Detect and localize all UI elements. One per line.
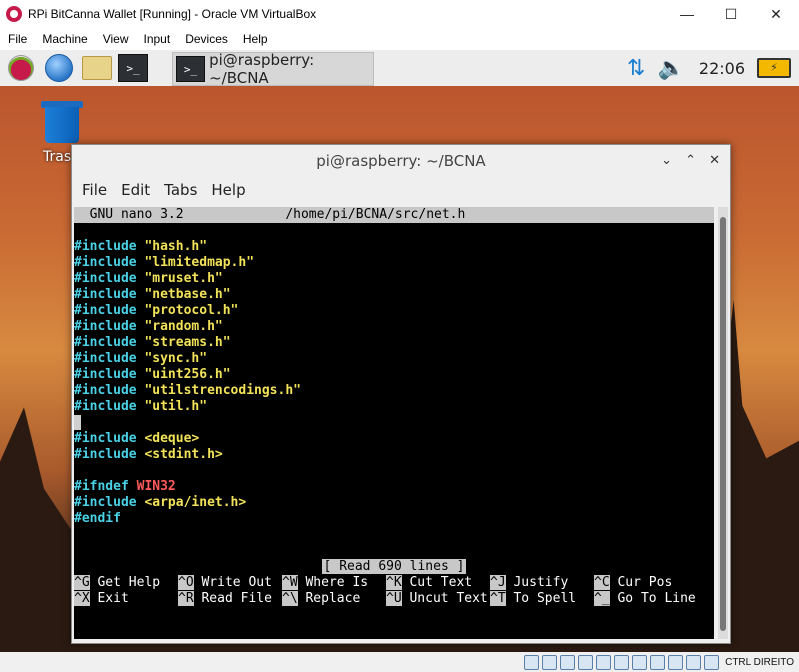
trash-label: Tras <box>43 149 72 165</box>
shortcut-to-spell: ^T To Spell <box>490 591 577 606</box>
raspberry-icon <box>8 55 34 81</box>
terminal-menu-file[interactable]: File <box>82 181 107 199</box>
nano-header: GNU nano 3.2 /home/pi/BCNA/src/net.h <box>74 207 714 223</box>
code-line: #include "util.h" <box>74 399 208 414</box>
menu-help[interactable]: Help <box>243 32 268 46</box>
battery-icon[interactable]: ⚡ <box>757 58 791 78</box>
taskbar: >_ >_ pi@raspberry: ~/BCNA ⇅ 🔈 22:06 ⚡ <box>0 50 799 87</box>
shortcut-where-is: ^W Where Is <box>282 575 369 590</box>
menu-devices[interactable]: Devices <box>185 32 228 46</box>
hdd-status-icon[interactable] <box>524 654 540 670</box>
clock[interactable]: 22:06 <box>699 59 745 78</box>
network-status-icon[interactable] <box>578 654 594 670</box>
code-line: #include "protocol.h" <box>74 303 239 318</box>
vbox-title-bar: RPi BitCanna Wallet [Running] - Oracle V… <box>0 0 799 28</box>
menu-launcher[interactable] <box>6 53 36 83</box>
trash-bin <box>45 107 79 143</box>
shortcut-uncut-text: ^U Uncut Text <box>386 591 488 606</box>
code-line: #include "limitedmap.h" <box>74 255 255 270</box>
shared-folder-status-icon[interactable] <box>614 654 630 670</box>
usb-status-icon[interactable] <box>596 654 612 670</box>
terminal-menu-tabs[interactable]: Tabs <box>164 181 197 199</box>
nano-status-line: [ Read 690 lines ] <box>74 559 714 575</box>
code-line: #endif <box>74 511 121 526</box>
vbox-window-title: RPi BitCanna Wallet [Running] - Oracle V… <box>28 7 317 21</box>
code-line: #include <arpa/inet.h> <box>74 495 247 510</box>
shortcut-replace: ^\ Replace <box>282 591 361 606</box>
host-key-label: CTRL DIREITO <box>725 656 794 668</box>
nano-help-row: ^X Exit ^R Read File ^\ Replace ^U Uncut… <box>74 591 714 607</box>
maximize-button[interactable]: ☐ <box>708 0 754 28</box>
menu-machine[interactable]: Machine <box>42 32 87 46</box>
browser-launcher[interactable] <box>44 53 74 83</box>
display-status-icon[interactable] <box>632 654 648 670</box>
code-line: #include <deque> <box>74 431 200 446</box>
code-line: #include <stdint.h> <box>74 447 223 462</box>
vbox-menu-bar: File Machine View Input Devices Help <box>0 28 799 50</box>
terminal-menu-help[interactable]: Help <box>211 181 245 199</box>
terminal-window: pi@raspberry: ~/BCNA ⌄ ⌃ ✕ File Edit Tab… <box>71 144 731 644</box>
recording-status-icon[interactable] <box>650 654 666 670</box>
minimize-button[interactable]: — <box>664 0 710 28</box>
code-line: #include "mruset.h" <box>74 271 223 286</box>
terminal-maximize-icon[interactable]: ⌃ <box>685 153 696 168</box>
folder-icon <box>82 56 112 80</box>
network-icon[interactable]: ⇅ <box>627 56 645 81</box>
shortcut-exit: ^X Exit <box>74 591 129 606</box>
terminal-close-icon[interactable]: ✕ <box>709 153 720 168</box>
guest-desktop: >_ >_ pi@raspberry: ~/BCNA ⇅ 🔈 22:06 ⚡ T… <box>0 50 799 652</box>
code-line: #include "hash.h" <box>74 239 208 254</box>
task-button-terminal[interactable]: >_ pi@raspberry: ~/BCNA <box>172 51 374 87</box>
task-button-label: pi@raspberry: ~/BCNA <box>209 51 315 87</box>
trash-icon[interactable] <box>41 101 83 143</box>
shortcut-get-help: ^G Get Help <box>74 575 161 590</box>
code-line: #include "sync.h" <box>74 351 208 366</box>
terminal-screen[interactable]: GNU nano 3.2 /home/pi/BCNA/src/net.h #in… <box>74 207 714 639</box>
optical-status-icon[interactable] <box>542 654 558 670</box>
terminal-title: pi@raspberry: ~/BCNA <box>316 152 486 170</box>
volume-icon[interactable]: 🔈 <box>657 56 684 81</box>
menu-file[interactable]: File <box>8 32 27 46</box>
code-line: #include "utilstrencodings.h" <box>74 383 301 398</box>
system-tray: ⇅ 🔈 22:06 ⚡ <box>621 50 799 86</box>
terminal-title-bar: pi@raspberry: ~/BCNA ⌄ ⌃ ✕ <box>72 145 730 177</box>
nano-status-message: [ Read 690 lines ] <box>321 559 467 574</box>
vbox-status-bar: CTRL DIREITO <box>0 652 799 672</box>
cursor-line <box>74 415 714 431</box>
globe-icon <box>45 54 73 82</box>
terminal-minimize-icon[interactable]: ⌄ <box>661 153 672 168</box>
terminal-launcher[interactable]: >_ <box>118 53 148 83</box>
shortcut-cur-pos: ^C Cur Pos <box>594 575 673 590</box>
menu-input[interactable]: Input <box>144 32 171 46</box>
terminal-menu-bar: File Edit Tabs Help <box>72 177 730 203</box>
mouse-integration-icon[interactable] <box>686 654 702 670</box>
shortcut-go-to-line: ^_ Go To Line <box>594 591 696 606</box>
nano-help-row: ^G Get Help ^O Write Out ^W Where Is ^K … <box>74 575 714 591</box>
code-line: #ifndef WIN32 <box>74 479 176 494</box>
code-line: #include "uint256.h" <box>74 367 231 382</box>
shortcut-write-out: ^O Write Out <box>178 575 272 590</box>
shortcut-read-file: ^R Read File <box>178 591 272 606</box>
shortcut-justify: ^J Justify <box>490 575 569 590</box>
virtualbox-icon <box>6 6 22 22</box>
terminal-icon: >_ <box>176 56 206 82</box>
scrollbar-thumb[interactable] <box>720 217 726 631</box>
terminal-scrollbar[interactable] <box>718 207 728 639</box>
menu-view[interactable]: View <box>103 32 129 46</box>
code-line: #include "random.h" <box>74 319 223 334</box>
keyboard-capture-icon[interactable] <box>704 654 720 670</box>
shortcut-cut-text: ^K Cut Text <box>386 575 473 590</box>
vtx-status-icon[interactable] <box>668 654 684 670</box>
close-button[interactable]: ✕ <box>753 0 799 28</box>
terminal-menu-edit[interactable]: Edit <box>121 181 150 199</box>
terminal-icon: >_ <box>118 54 148 82</box>
code-line: #include "streams.h" <box>74 335 231 350</box>
audio-status-icon[interactable] <box>560 654 576 670</box>
file-manager-launcher[interactable] <box>82 53 112 83</box>
text-cursor <box>74 415 81 430</box>
code-line: #include "netbase.h" <box>74 287 231 302</box>
